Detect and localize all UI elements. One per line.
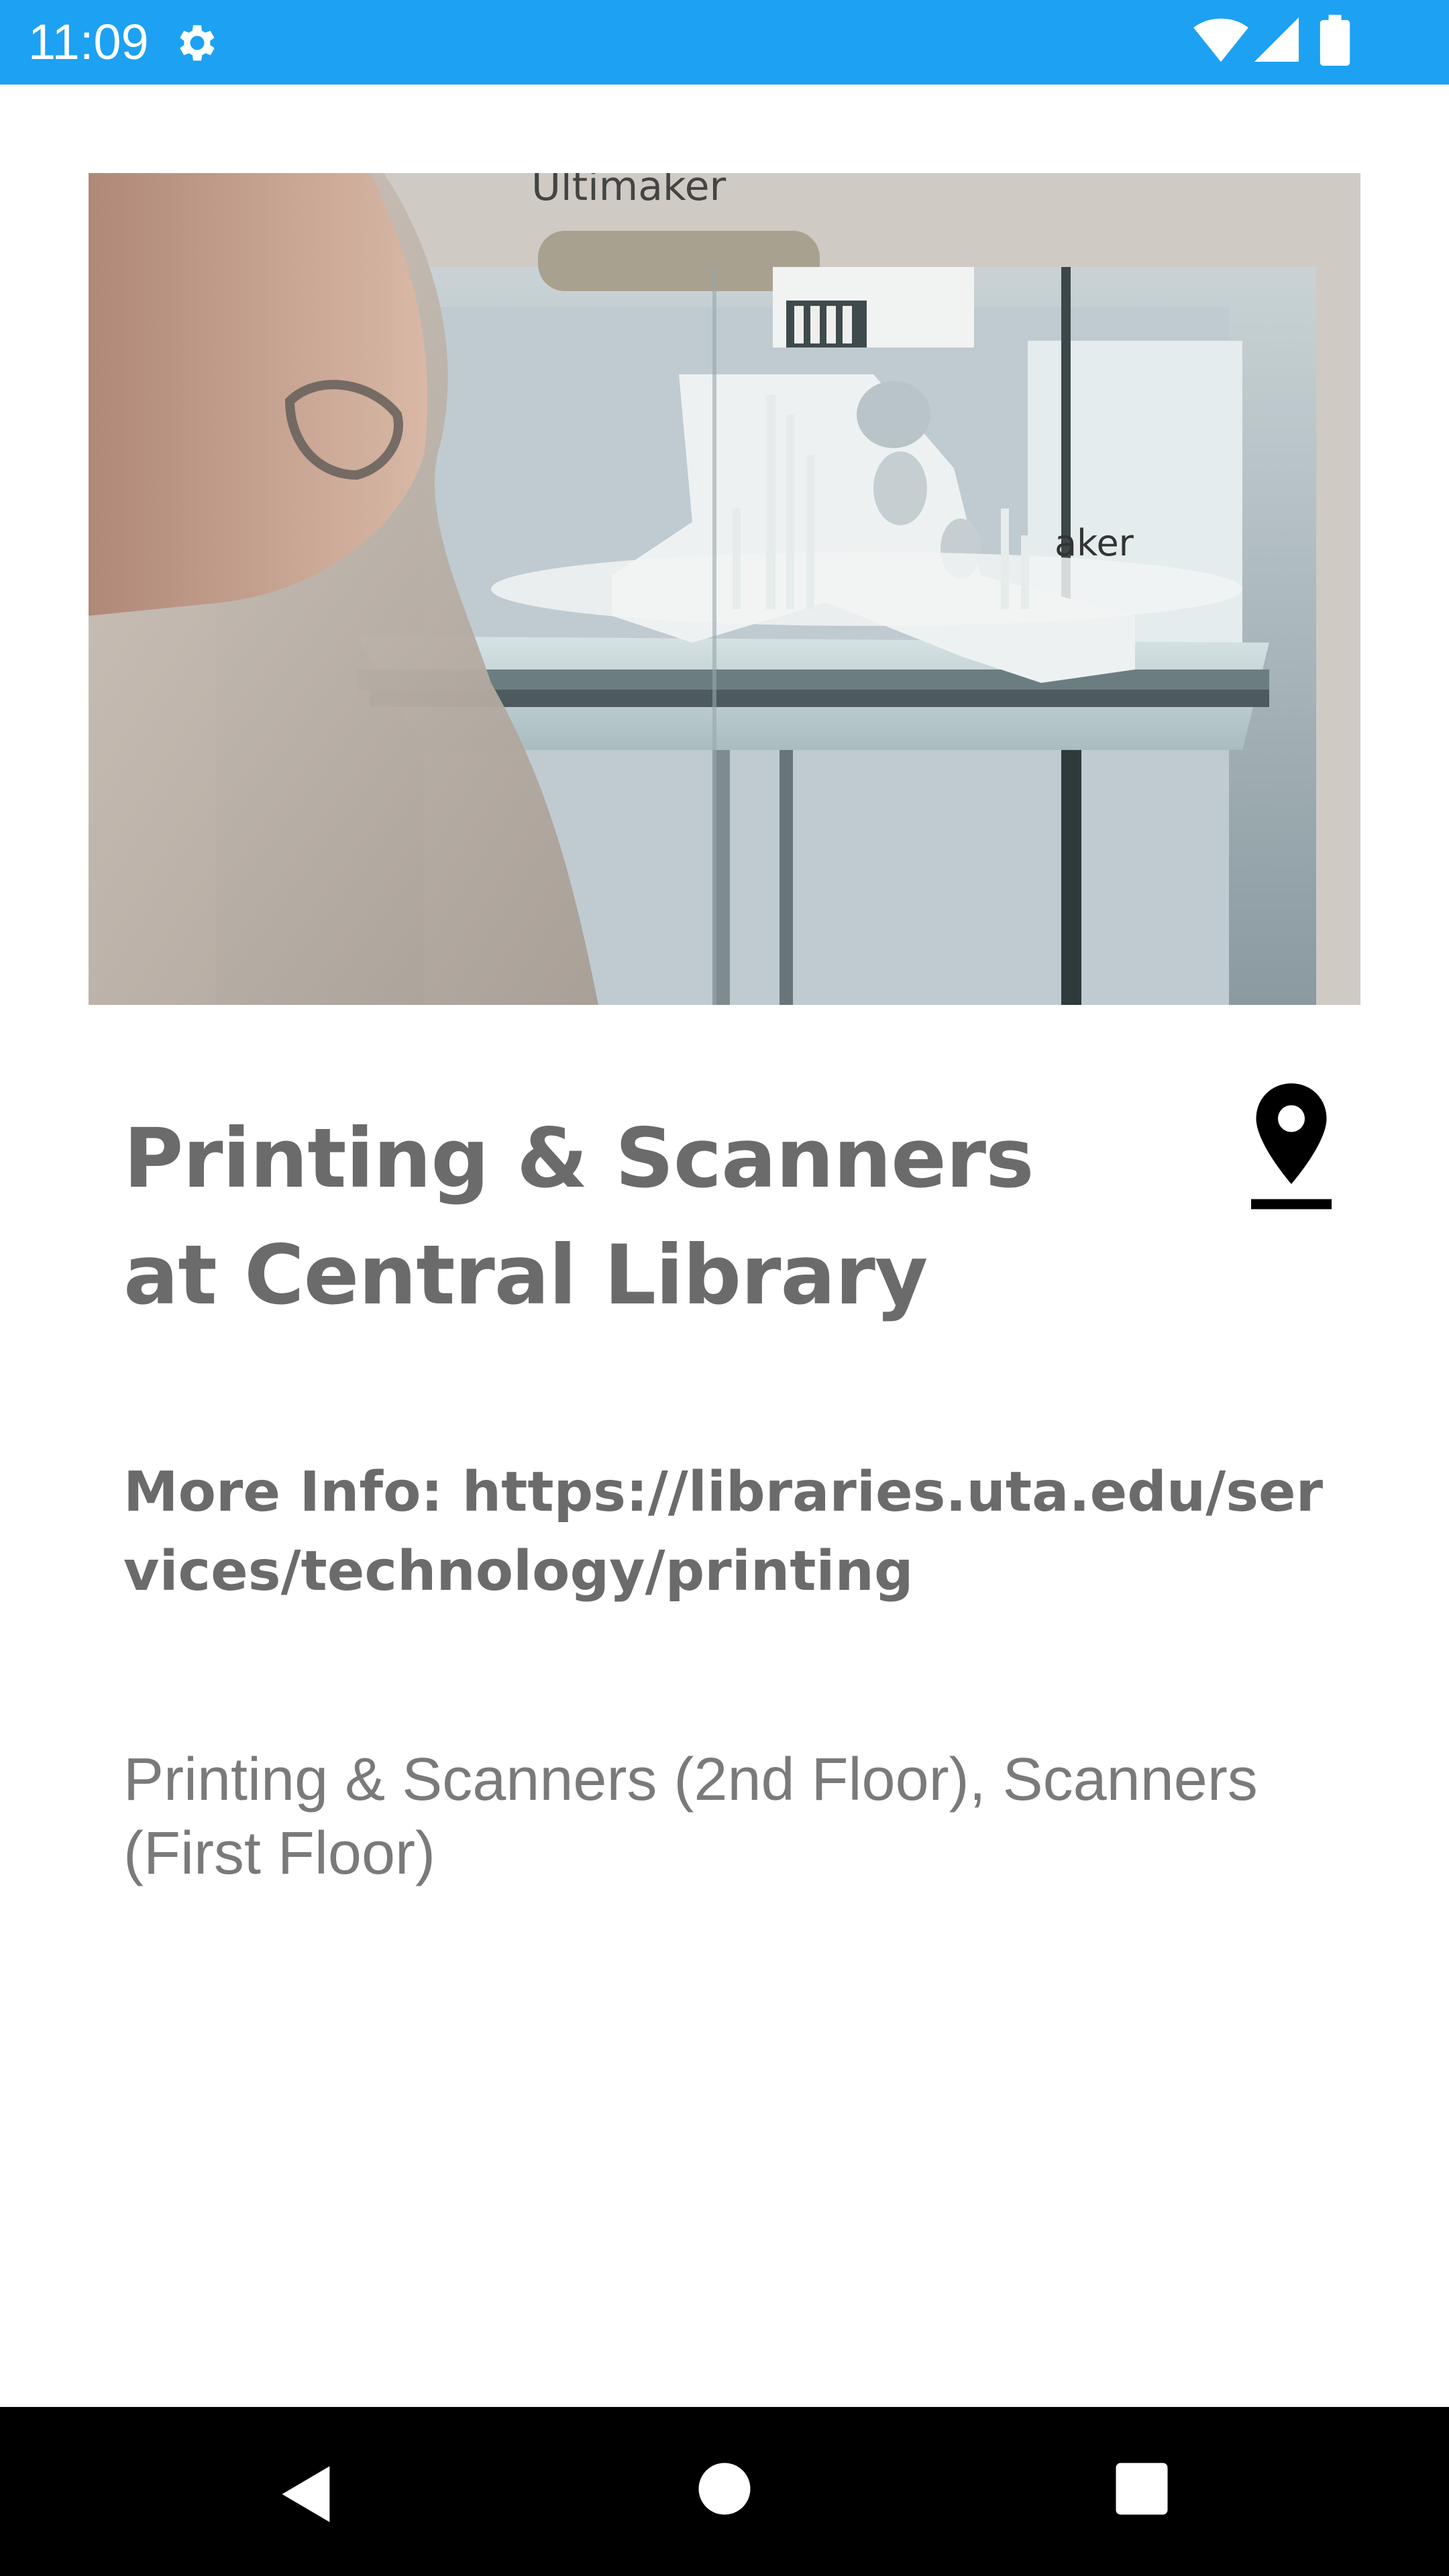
status-time: 11:09 xyxy=(28,14,149,70)
more-info[interactable]: More Info: https://libraries.uta.edu/ser… xyxy=(123,1453,1344,1611)
signal-icon xyxy=(1254,17,1299,62)
location-description: Printing & Scanners (2nd Floor), Scanner… xyxy=(123,1746,1258,1887)
home-icon[interactable] xyxy=(696,2461,753,2517)
navigation-bar xyxy=(0,2407,1449,2576)
hero-image: Ultimaker aker xyxy=(89,173,1360,1005)
battery-icon xyxy=(1320,15,1350,66)
page-title: Printing & Scanners at Central Library xyxy=(123,1111,1034,1323)
status-bar: 11:09 xyxy=(0,0,1449,85)
printer-side-label: aker xyxy=(1055,522,1134,564)
recents-icon[interactable] xyxy=(1114,2461,1170,2517)
more-info-label: More Info: xyxy=(123,1460,462,1524)
screen: 11:09 Ultimaker aker Printing & Scanners… xyxy=(0,0,1449,2576)
printer-brand-label: Ultimaker xyxy=(531,173,727,210)
map-pin-icon[interactable] xyxy=(1241,1080,1342,1214)
back-icon[interactable] xyxy=(274,2461,341,2528)
gear-icon xyxy=(180,25,215,61)
wifi-icon xyxy=(1193,18,1248,62)
